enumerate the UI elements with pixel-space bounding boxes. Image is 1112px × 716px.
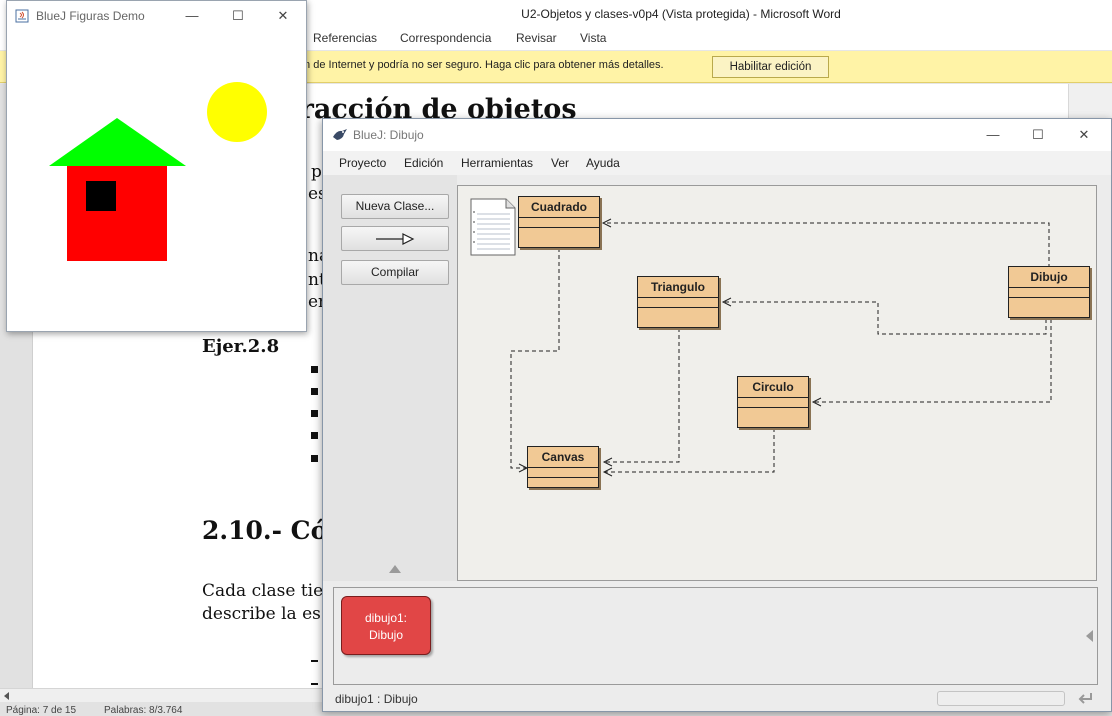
menu-proyecto[interactable]: Proyecto [339,156,386,170]
dependency-arrow [510,248,560,469]
class-triangulo[interactable]: Triangulo [637,276,719,328]
class-name: Dibujo [1009,267,1089,288]
tab-vista[interactable]: Vista [580,31,606,45]
enable-editing-button[interactable]: Habilitar edición [712,56,829,78]
doc-paragraph-line: Cada clase tie [202,581,324,601]
class-name: Triangulo [638,277,718,298]
object-dibujo1[interactable]: dibujo1: Dibujo [341,596,431,655]
maximize-icon[interactable]: ☐ [228,6,248,26]
class-dibujo[interactable]: Dibujo [1008,266,1090,318]
menu-edicion[interactable]: Edición [404,156,443,170]
reset-machine-icon[interactable] [1075,688,1095,708]
bluej-menu-bar: Proyecto Edición Herramientas Ver Ayuda [323,151,1111,175]
status-message: dibujo1 : Dibujo [335,692,418,706]
horizontal-scrollbar[interactable] [0,688,325,702]
status-pages: Página: 7 de 15 [6,705,77,716]
class-diagram[interactable]: Cuadrado Triangulo Dibujo Circulo Canvas [457,185,1097,581]
bluej-window[interactable]: BlueJ: Dibujo — ☐ ✕ Proyecto Edición Her… [322,118,1112,712]
scroll-left-icon[interactable] [0,689,14,703]
figuras-title: BlueJ Figuras Demo [36,9,145,23]
figuras-demo-window[interactable]: BlueJ Figuras Demo — ☐ ✕ [6,0,307,332]
tab-revisar[interactable]: Revisar [516,31,557,45]
list-bullet [311,410,318,417]
doc-paragraph-line: describe la es [202,604,321,624]
house-window [86,181,116,211]
menu-herramientas[interactable]: Herramientas [461,156,533,170]
sun-circle [207,82,267,142]
class-name: Circulo [738,377,808,398]
class-cuadrado[interactable]: Cuadrado [518,196,600,248]
menu-ayuda[interactable]: Ayuda [586,156,620,170]
machine-progress-bar [937,691,1065,706]
dependency-arrow [605,328,680,463]
figuras-canvas [49,82,267,261]
doc-exercise-label: Ejer.2.8 [202,336,280,357]
tab-correspondencia[interactable]: Correspondencia [400,31,491,45]
bluej-bird-icon [333,129,347,140]
menu-ver[interactable]: Ver [551,156,569,170]
dependency-arrow [604,222,1050,268]
bluej-toolbar: Nueva Clase... Compilar [323,175,457,581]
list-dash [311,683,318,685]
tab-referencias[interactable]: Referencias [313,31,377,45]
list-bullet [311,455,318,462]
maximize-icon[interactable]: ☐ [1028,125,1048,145]
close-icon[interactable]: ✕ [1074,125,1094,145]
bluej-title: BlueJ: Dibujo [353,128,424,142]
scroll-left-icon[interactable] [1086,630,1093,642]
doc-section-heading: 2.10.- Có [202,516,328,545]
word-title: U2-Objetos y clases-v0p4 (Vista protegid… [521,7,841,21]
class-canvas[interactable]: Canvas [527,446,599,488]
collapse-up-icon[interactable] [389,565,401,573]
close-icon[interactable]: ✕ [273,6,293,26]
new-arrow-button[interactable] [341,226,449,251]
object-type: Dibujo [368,628,404,642]
java-icon [15,9,29,23]
readme-document-icon[interactable] [470,198,516,256]
list-bullet [311,366,318,373]
list-dash [311,660,318,662]
compile-button[interactable]: Compilar [341,260,449,285]
dependency-arrow [724,301,1047,335]
doc-fragment: p [311,162,322,182]
list-bullet [311,388,318,395]
protected-view-message: ción de Internet y podría no ser seguro.… [290,59,664,71]
house-wall [67,166,167,261]
status-words: Palabras: 8/3.764 [104,705,183,716]
object-bench[interactable]: dibujo1: Dibujo [333,587,1098,685]
house-roof [49,118,186,166]
minimize-icon[interactable]: — [983,125,1003,145]
class-circulo[interactable]: Circulo [737,376,809,428]
new-class-button[interactable]: Nueva Clase... [341,194,449,219]
dependency-arrow [814,319,1052,403]
bluej-status-bar: dibujo1 : Dibujo [323,687,1111,711]
bluej-title-bar[interactable]: BlueJ: Dibujo — ☐ ✕ [323,119,1111,151]
class-name: Cuadrado [519,197,599,218]
class-name: Canvas [528,447,598,468]
arrow-icon [376,233,415,245]
dependency-arrow [605,428,775,473]
object-name: dibujo1: [364,611,408,625]
figuras-title-bar[interactable]: BlueJ Figuras Demo — ☐ ✕ [7,1,306,31]
minimize-icon[interactable]: — [182,6,202,26]
list-bullet [311,432,318,439]
